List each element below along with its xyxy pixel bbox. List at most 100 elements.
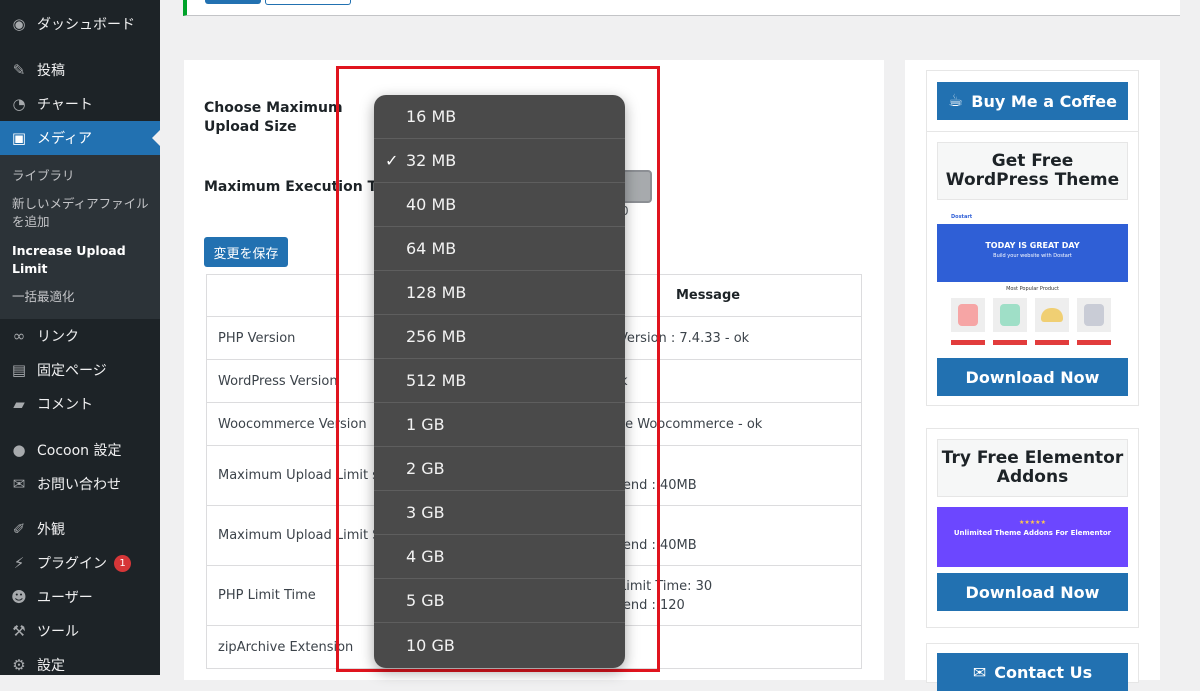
- menu-appearance[interactable]: ✐ 外観: [0, 512, 160, 546]
- menu-plugins[interactable]: ⚡ プラグイン 1: [0, 546, 160, 580]
- dropdown-option[interactable]: 16 MB: [374, 95, 625, 139]
- menu-dashboard[interactable]: ◉ ダッシュボード: [0, 7, 160, 41]
- link-icon: ∞: [12, 327, 26, 345]
- dashboard-icon: ◉: [12, 15, 26, 33]
- menu-label: メディア: [37, 131, 93, 147]
- user-icon: ☻: [11, 588, 27, 606]
- cocoon-icon: ●: [12, 441, 26, 459]
- menu-links[interactable]: ∞ リンク: [0, 319, 160, 353]
- dropdown-option[interactable]: 3 GB: [374, 491, 625, 535]
- notice-secondary-button[interactable]: [265, 0, 351, 5]
- media-submenu: ライブラリ 新しいメディアファイルを追加 Increase Upload Lim…: [0, 155, 160, 319]
- dropdown-option[interactable]: 128 MB: [374, 271, 625, 315]
- menu-comments[interactable]: ▰ コメント: [0, 387, 160, 421]
- buy-coffee-button[interactable]: ☕ Buy Me a Coffee: [937, 82, 1128, 120]
- menu-label: コメント: [37, 397, 93, 413]
- upload-size-dropdown[interactable]: 16 MB ✓ 32 MB 40 MB 64 MB 128 MB 256 MB 5…: [374, 95, 625, 668]
- menu-pages[interactable]: ▤ 固定ページ: [0, 353, 160, 387]
- menu-label: チャート: [37, 97, 93, 113]
- menu-label: ダッシュボード: [37, 17, 135, 33]
- mail-icon: ✉: [12, 475, 26, 493]
- theme-preview-image: Dostart TODAY IS GREAT DAY Build your we…: [937, 212, 1128, 354]
- menu-label: 投稿: [37, 63, 65, 79]
- option-label: 512 MB: [406, 371, 467, 390]
- menu-contact[interactable]: ✉ お問い合わせ: [0, 467, 160, 501]
- dropdown-option[interactable]: 10 GB: [374, 623, 625, 667]
- option-label: 16 MB: [406, 107, 457, 126]
- product-thumb: [1035, 298, 1069, 332]
- admin-notice: [183, 0, 1180, 16]
- option-label: 4 GB: [406, 547, 445, 566]
- menu-users[interactable]: ☻ ユーザー: [0, 580, 160, 614]
- menu-posts[interactable]: ✎ 投稿: [0, 53, 160, 87]
- dropdown-option[interactable]: 64 MB: [374, 227, 625, 271]
- settings-icon: ⚙: [12, 656, 26, 674]
- envelope-icon: ✉: [972, 662, 987, 682]
- coffee-widget: ☕ Buy Me a Coffee: [926, 70, 1139, 132]
- dropdown-option[interactable]: 5 GB: [374, 579, 625, 623]
- menu-media[interactable]: ▣ メディア: [0, 121, 160, 155]
- wrench-icon: ⚒: [12, 622, 26, 640]
- theme-hero-subtitle: Build your website with Dostart: [993, 253, 1072, 259]
- page-icon: ▤: [11, 361, 27, 379]
- theme-hero-headline: TODAY IS GREAT DAY: [985, 241, 1080, 250]
- addons-banner-text: Unlimited Theme Addons For Elementor: [953, 529, 1112, 537]
- contact-us-button[interactable]: ✉ Contact Us: [937, 653, 1128, 691]
- addons-banner-image: ★★★★★ Unlimited Theme Addons For Element…: [937, 507, 1128, 567]
- plugin-icon: ⚡: [13, 554, 25, 572]
- submenu-add-new[interactable]: 新しいメディアファイルを追加: [12, 195, 152, 231]
- option-label: 256 MB: [406, 327, 467, 346]
- product-button: [951, 340, 985, 345]
- update-count-badge: 1: [114, 554, 131, 572]
- submenu-bulk-optimize[interactable]: 一括最適化: [12, 288, 152, 306]
- dropdown-option[interactable]: 4 GB: [374, 535, 625, 579]
- option-label: 32 MB: [406, 151, 457, 170]
- pie-chart-icon: ◔: [12, 95, 26, 113]
- option-label: 3 GB: [406, 503, 445, 522]
- menu-settings[interactable]: ⚙ 設定: [0, 648, 160, 682]
- menu-label: リンク: [37, 329, 79, 345]
- checkmark-icon: ✓: [385, 151, 399, 170]
- dropdown-option[interactable]: 512 MB: [374, 359, 625, 403]
- download-addons-button[interactable]: Download Now: [937, 573, 1128, 611]
- product-image: [1084, 304, 1104, 326]
- download-theme-button[interactable]: Download Now: [937, 358, 1128, 396]
- menu-label: プラグイン: [37, 556, 107, 572]
- menu-label: 外観: [37, 522, 65, 538]
- option-label: 10 GB: [406, 635, 455, 655]
- admin-sidebar: ◉ ダッシュボード ✎ 投稿 ◔ チャート ▣ メディア ライブラリ 新しいメデ…: [0, 0, 160, 675]
- product-button: [1077, 340, 1111, 345]
- dropdown-option[interactable]: 2 GB: [374, 447, 625, 491]
- menu-cocoon[interactable]: ● Cocoon 設定: [0, 433, 160, 467]
- addons-widget: Try Free Elementor Addons ★★★★★ Unlimite…: [926, 428, 1139, 628]
- dropdown-option[interactable]: 40 MB: [374, 183, 625, 227]
- product-image: [1000, 304, 1020, 326]
- menu-chart[interactable]: ◔ チャート: [0, 87, 160, 121]
- addons-widget-title: Try Free Elementor Addons: [937, 439, 1128, 497]
- submenu-library[interactable]: ライブラリ: [12, 167, 152, 185]
- option-label: 1 GB: [406, 415, 445, 434]
- product-image: [958, 304, 978, 326]
- theme-section-label: Most Popular Product: [1006, 286, 1059, 292]
- menu-label: Cocoon 設定: [37, 443, 122, 459]
- save-changes-button[interactable]: 変更を保存: [204, 237, 288, 267]
- notice-primary-button[interactable]: [205, 0, 261, 4]
- coffee-cup-icon: ☕: [948, 91, 964, 111]
- menu-label: 設定: [37, 658, 65, 674]
- dropdown-option[interactable]: 256 MB: [374, 315, 625, 359]
- option-label: 128 MB: [406, 283, 467, 302]
- dropdown-option[interactable]: 1 GB: [374, 403, 625, 447]
- dropdown-option-selected[interactable]: ✓ 32 MB: [374, 139, 625, 183]
- submenu-increase-upload-limit[interactable]: Increase Upload Limit: [12, 242, 152, 278]
- menu-tools[interactable]: ⚒ ツール: [0, 614, 160, 648]
- theme-widget-title: Get Free WordPress Theme: [937, 142, 1128, 200]
- buy-coffee-label: Buy Me a Coffee: [971, 91, 1117, 111]
- option-label: 5 GB: [406, 591, 445, 610]
- product-thumb: [993, 298, 1027, 332]
- theme-widget: Get Free WordPress Theme Dostart TODAY I…: [926, 131, 1139, 406]
- product-thumb: [951, 298, 985, 332]
- menu-label: お問い合わせ: [37, 477, 121, 493]
- product-button: [993, 340, 1027, 345]
- paintbrush-icon: ✐: [12, 520, 26, 538]
- product-thumb: [1077, 298, 1111, 332]
